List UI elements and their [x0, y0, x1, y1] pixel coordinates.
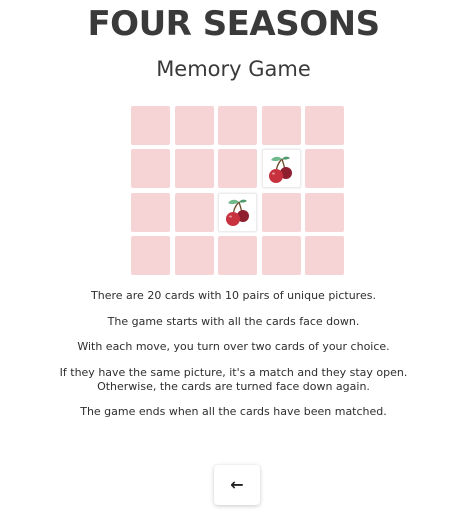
card-face-down[interactable]	[218, 235, 257, 275]
card-face-down[interactable]	[218, 149, 257, 189]
rule-mismatch-line: Otherwise, the cards are turned face dow…	[97, 379, 370, 393]
card-face-down[interactable]	[131, 106, 170, 145]
game-subtitle: Memory Game	[156, 57, 311, 81]
rule-match: If they have the same picture, it's a ma…	[0, 366, 467, 394]
card-face-down[interactable]	[131, 149, 170, 189]
card-face-down[interactable]	[131, 192, 170, 232]
card-face-down[interactable]	[174, 235, 214, 275]
card-face-down[interactable]	[305, 235, 344, 275]
card-face-down[interactable]	[174, 106, 214, 145]
game-title: FOUR SEASONS	[87, 4, 380, 44]
card-face-down[interactable]	[305, 149, 344, 189]
card-face-up[interactable]	[218, 192, 257, 232]
card-face-down[interactable]	[174, 149, 214, 189]
arrow-left-icon: ←	[230, 475, 244, 494]
card-face-down[interactable]	[131, 235, 170, 275]
card-face-down[interactable]	[261, 235, 301, 275]
cherries-icon	[222, 196, 254, 228]
rule-move: With each move, you turn over two cards …	[77, 340, 390, 353]
rule-match-line: If they have the same picture, it's a ma…	[59, 365, 408, 379]
rules-text: There are 20 cards with 10 pairs of uniq…	[0, 289, 467, 431]
rule-card-count: There are 20 cards with 10 pairs of uniq…	[91, 289, 376, 302]
rule-start: The game starts with all the cards face …	[107, 314, 360, 328]
rule-end: The game ends when all the cards have be…	[80, 405, 387, 418]
card-face-down[interactable]	[305, 192, 344, 232]
card-face-down[interactable]	[218, 106, 257, 145]
card-face-down[interactable]	[305, 106, 344, 145]
back-button[interactable]: ←	[214, 465, 260, 505]
cherries-icon	[265, 153, 297, 185]
card-grid	[131, 106, 344, 275]
card-face-up[interactable]	[261, 149, 301, 189]
card-face-down[interactable]	[261, 192, 301, 232]
card-face-down[interactable]	[174, 192, 214, 232]
card-face-down[interactable]	[261, 106, 301, 145]
